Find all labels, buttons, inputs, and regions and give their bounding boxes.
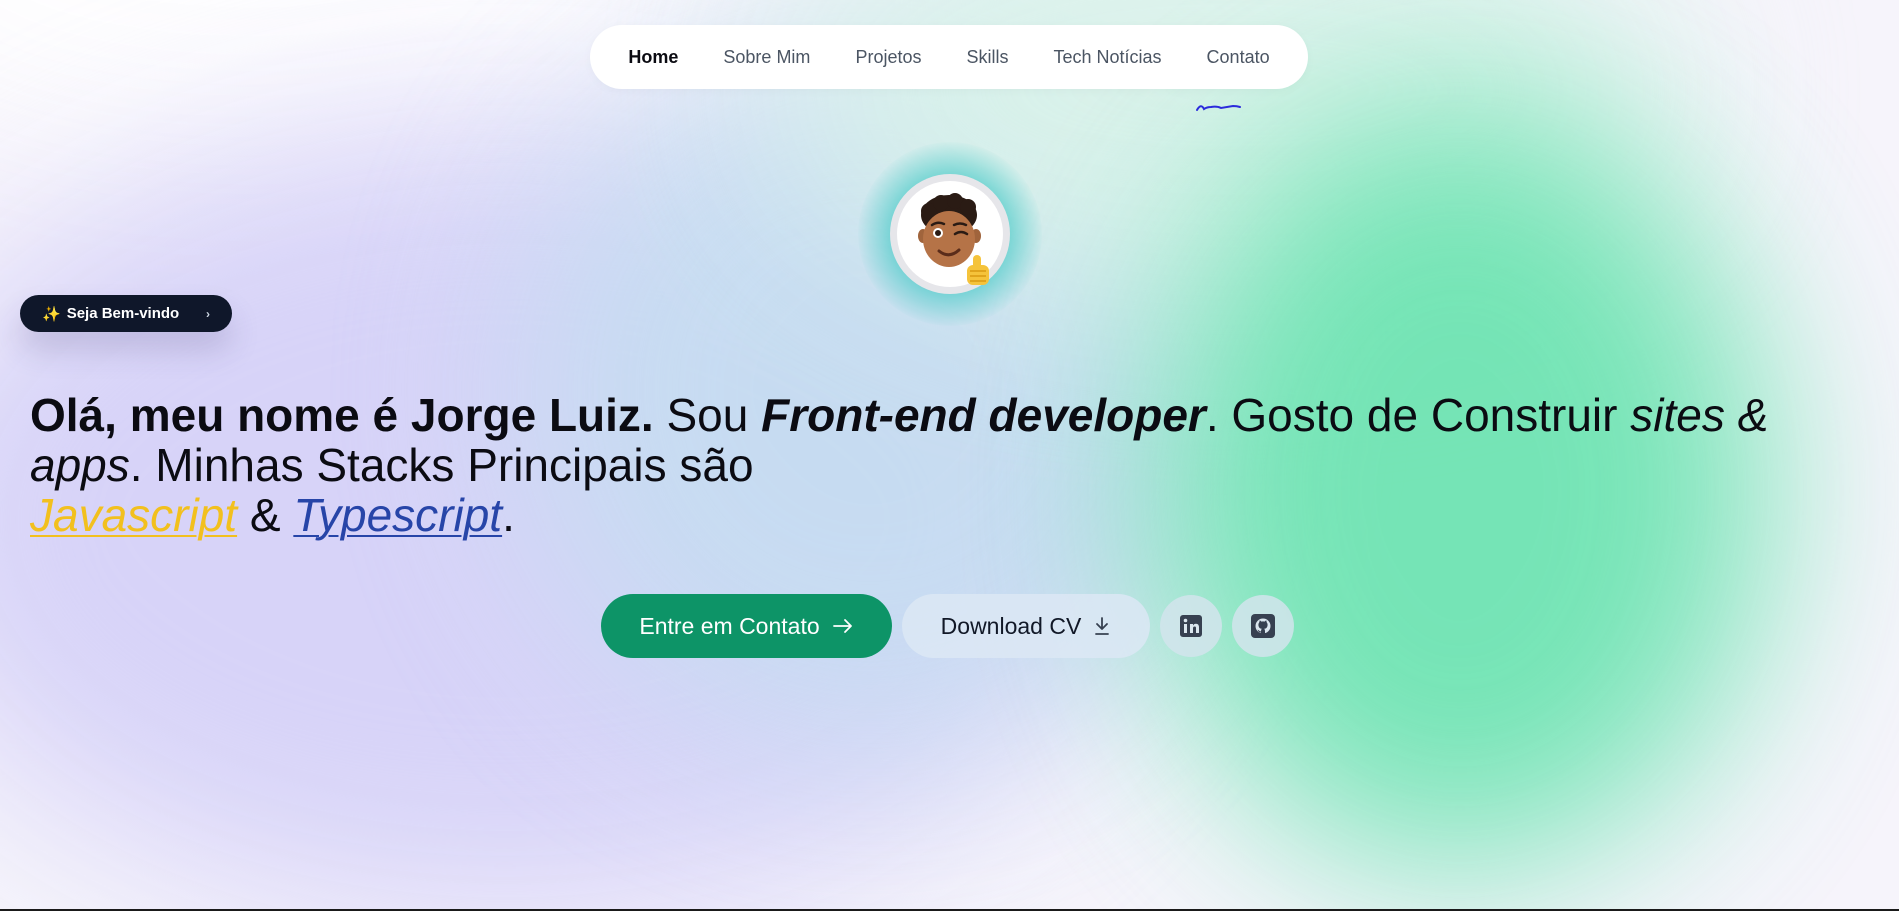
download-cv-label: Download CV [940,612,1082,639]
active-underline-scribble [1196,104,1241,111]
linkedin-icon [1180,615,1202,637]
nav-item-contato[interactable]: Contato [1207,47,1270,68]
nav-item-skills[interactable]: Skills [966,47,1008,68]
hero-period: . [502,489,515,541]
welcome-badge-label: Seja Bem-vindo [66,305,180,322]
contact-button[interactable]: Entre em Contato [601,594,892,658]
hero-headline: Olá, meu nome é Jorge Luiz. Sou Front-en… [30,390,1870,540]
hero-text-gosto: . Gosto de Construir [1205,389,1631,441]
hero-ampersand: & [237,489,294,541]
top-nav: Home Sobre Mim Projetos Skills Tech Notí… [590,25,1308,111]
hero-text-sou: Sou [653,389,762,441]
hero-role: Front-end developer [761,389,1206,441]
hero-javascript: Javascript [30,489,238,541]
sparkles-icon: ✨ [42,305,61,323]
nav-item-projetos[interactable]: Projetos [855,47,921,68]
hero-typescript: Typescript [293,489,503,541]
chevron-right-icon: › [206,306,210,321]
memoji-thumbs-up-icon [918,193,989,285]
hero-text-stacks: . Minhas Stacks Principais são [129,439,754,491]
nav-item-sobre-mim[interactable]: Sobre Mim [723,47,810,68]
download-cv-button[interactable]: Download CV [902,594,1150,658]
avatar [890,174,1010,294]
download-icon [1095,617,1110,635]
linkedin-button[interactable] [1160,595,1222,657]
github-icon [1251,614,1275,638]
github-button[interactable] [1232,595,1294,657]
welcome-badge[interactable]: ✨ Seja Bem-vindo › [20,295,232,332]
nav-item-tech-noticias[interactable]: Tech Notícias [1054,47,1162,68]
nav-item-home[interactable]: Home [628,47,678,68]
arrow-right-icon [832,619,852,633]
contact-button-label: Entre em Contato [639,612,820,639]
hero-intro: Olá, meu nome é Jorge Luiz. [30,389,654,441]
